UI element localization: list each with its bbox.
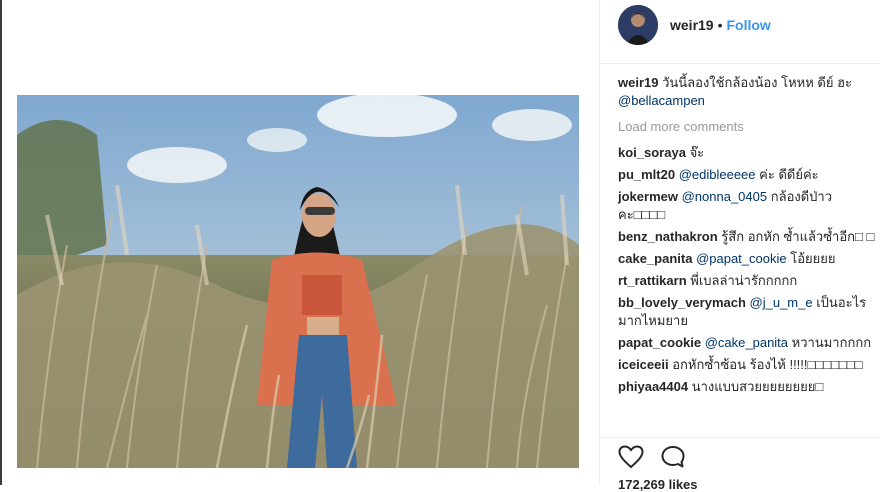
comment-item: iceiceeii อกหักซ้ำซ้อน ร้องไห้ !!!!!□□□□… [618, 356, 880, 374]
comment-text: จ๊ะ [689, 145, 705, 160]
caption-username[interactable]: weir19 [618, 75, 658, 90]
comment-item: cake_panita @papat_cookie โอ้ยยยย [618, 250, 880, 268]
load-more-comments-button[interactable]: Load more comments [618, 118, 880, 136]
comment-mention[interactable]: @edibleeeee [679, 167, 756, 182]
comment-username[interactable]: papat_cookie [618, 335, 701, 350]
comment-mention[interactable]: @nonna_0405 [682, 189, 768, 204]
comment-text: นางแบบสวยยยยยยยย□ [691, 379, 824, 394]
avatar[interactable] [618, 5, 658, 45]
post-side-panel: weir19 • Follow weir19 วันนี้ลองใช้กล้อง… [600, 0, 880, 492]
caption-text: วันนี้ลองใช้กล้องน้อง โหหห ดีย์ ฮะ [662, 75, 853, 90]
post-username[interactable]: weir19 [670, 17, 714, 33]
comment-item: bb_lovely_verymach @j_u_m_e เป็นอะไร มาก… [618, 294, 880, 330]
follow-button[interactable]: Follow [727, 17, 771, 33]
comment-text: ค่ะ ดีดีย์ค่ะ [759, 167, 819, 182]
header-divider [600, 63, 880, 64]
comment-item: pu_mlt20 @edibleeeee ค่ะ ดีดีย์ค่ะ [618, 166, 880, 184]
comment-mention[interactable]: @papat_cookie [696, 251, 787, 266]
comments-list: weir19 วันนี้ลองใช้กล้องน้อง โหหห ดีย์ ฮ… [618, 74, 880, 400]
heart-icon[interactable] [618, 445, 644, 469]
comment-item: papat_cookie @cake_panita หวานมากกกก [618, 334, 880, 352]
caption-mention[interactable]: @bellacampen [618, 93, 705, 108]
actions-divider [600, 437, 880, 438]
comment-text: โอ้ยยยย [790, 251, 836, 266]
caption: weir19 วันนี้ลองใช้กล้องน้อง โหหห ดีย์ ฮ… [618, 74, 880, 110]
comment-item: phiyaa4404 นางแบบสวยยยยยยยย□ [618, 378, 880, 396]
comment-text: หวานมากกกก [791, 335, 872, 350]
comment-item: rt_rattikarn พี่เบลล่าน่ารักกกกก [618, 272, 880, 290]
comment-username[interactable]: koi_soraya [618, 145, 686, 160]
comment-item: jokermew @nonna_0405 กล้องดีป่าว คะ□□□□ [618, 188, 880, 224]
header-separator: • [717, 17, 723, 33]
comment-text: พี่เบลล่าน่ารักกกกก [690, 273, 798, 288]
comment-username[interactable]: cake_panita [618, 251, 692, 266]
comment-mention[interactable]: @j_u_m_e [750, 295, 813, 310]
comment-username[interactable]: pu_mlt20 [618, 167, 675, 182]
comment-username[interactable]: phiyaa4404 [618, 379, 688, 394]
comment-username[interactable]: iceiceeii [618, 357, 669, 372]
comment-item: koi_soraya จ๊ะ [618, 144, 880, 162]
comment-text: รู้สึก อกหัก ซ้ำแล้วซ้ำอีก□ □ [721, 229, 875, 244]
comment-mention[interactable]: @cake_panita [705, 335, 788, 350]
post-photo[interactable] [17, 95, 579, 468]
photo-image [17, 95, 579, 468]
comment-text: อกหักซ้ำซ้อน ร้องไห้ !!!!!□□□□□□□ [672, 357, 863, 372]
comment-item: benz_nathakron รู้สึก อกหัก ซ้ำแล้วซ้ำอี… [618, 228, 880, 246]
comment-username[interactable]: jokermew [618, 189, 678, 204]
comment-username[interactable]: rt_rattikarn [618, 273, 687, 288]
comment-icon[interactable] [660, 445, 686, 469]
comment-username[interactable]: benz_nathakron [618, 229, 718, 244]
post-header: weir19 • Follow [618, 4, 771, 46]
comment-username[interactable]: bb_lovely_verymach [618, 295, 746, 310]
post-actions [618, 445, 686, 469]
window-edge [0, 0, 2, 485]
